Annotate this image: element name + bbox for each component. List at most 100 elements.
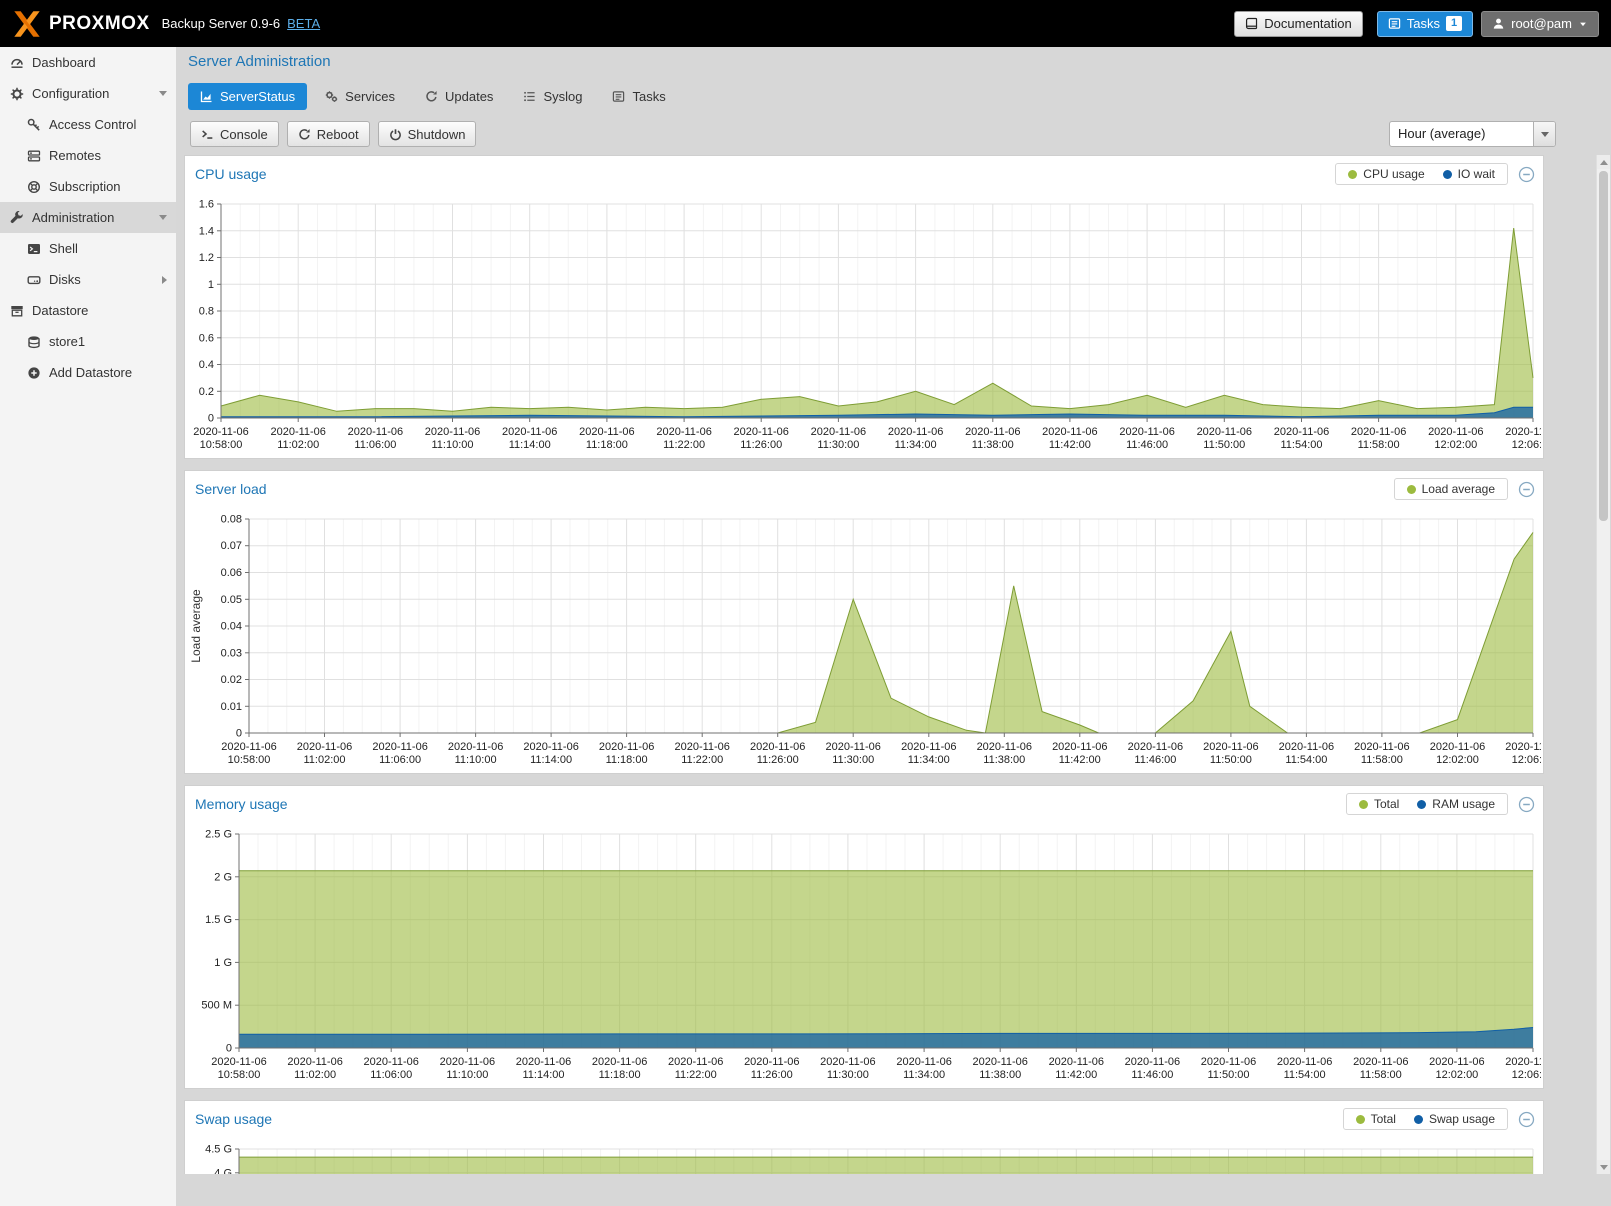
- legend-item-total[interactable]: Total: [1356, 1112, 1396, 1126]
- svg-text:2020-11-0611:02:00: 2020-11-0611:02:00: [270, 426, 325, 451]
- scroll-up-arrow-icon[interactable]: [1597, 155, 1610, 169]
- sidebar-item-label: Datastore: [32, 303, 88, 318]
- legend-item-load-average[interactable]: Load average: [1407, 482, 1495, 496]
- tasks-button[interactable]: Tasks 1: [1377, 11, 1473, 37]
- tab-syslog[interactable]: Syslog: [511, 83, 594, 110]
- svg-text:2020-11-0611:10:00: 2020-11-0611:10:00: [425, 426, 480, 451]
- legend-item-io-wait[interactable]: IO wait: [1443, 167, 1495, 181]
- sidebar-item-disks[interactable]: Disks: [0, 264, 176, 295]
- sidebar-item-store1[interactable]: store1: [0, 326, 176, 357]
- svg-text:2020-11-0611:30:00: 2020-11-0611:30:00: [811, 426, 866, 451]
- chart-title: Swap usage: [195, 1111, 272, 1127]
- svg-text:2020-11-0611:38:00: 2020-11-0611:38:00: [965, 426, 1020, 451]
- svg-text:0.04: 0.04: [221, 621, 242, 633]
- chevron-down-icon: [159, 91, 167, 96]
- tab-updates[interactable]: Updates: [413, 83, 505, 110]
- sidebar-item-remotes[interactable]: Remotes: [0, 140, 176, 171]
- console-button[interactable]: Console: [190, 121, 279, 147]
- svg-text:2020-11-0611:22:00: 2020-11-0611:22:00: [674, 741, 729, 766]
- legend-label: Load average: [1422, 482, 1495, 496]
- svg-text:2020-11-0611:58:00: 2020-11-0611:58:00: [1351, 426, 1406, 451]
- legend-label: Total: [1374, 797, 1399, 811]
- svg-text:1.6: 1.6: [199, 199, 214, 211]
- server-icon: [27, 149, 41, 163]
- tab-serverstatus[interactable]: ServerStatus: [188, 83, 307, 110]
- sidebar-item-shell[interactable]: Shell: [0, 233, 176, 264]
- chart-plot: 0500 M1 G1.5 G2 G2.5 G3 G3.5 G4 G4.5 G20…: [185, 1137, 1541, 1174]
- svg-text:500 M: 500 M: [201, 1000, 232, 1012]
- toolbar: Console Reboot Shutdown Hour (average): [190, 121, 1556, 147]
- page-title: Server Administration: [188, 53, 331, 70]
- tab-services[interactable]: Services: [313, 83, 407, 110]
- sidebar-item-administration[interactable]: Administration: [0, 202, 176, 233]
- svg-text:Load average: Load average: [189, 589, 203, 663]
- life-ring-icon: [27, 180, 41, 194]
- svg-text:2020-11-0611:46:00: 2020-11-0611:46:00: [1119, 426, 1174, 451]
- sidebar-item-dashboard[interactable]: Dashboard: [0, 47, 176, 78]
- svg-text:2020-11-0611:18:00: 2020-11-0611:18:00: [579, 426, 634, 451]
- collapse-chart-button[interactable]: [1518, 1111, 1535, 1128]
- chart-title: CPU usage: [195, 166, 267, 182]
- combo-dropdown-trigger[interactable]: [1533, 122, 1555, 146]
- beta-link[interactable]: BETA: [287, 16, 320, 31]
- svg-text:2020-11-0611:14:00: 2020-11-0611:14:00: [523, 741, 578, 766]
- legend-label: IO wait: [1458, 167, 1495, 181]
- svg-text:2020-11-0610:58:00: 2020-11-0610:58:00: [193, 426, 248, 451]
- legend-item-swap-usage[interactable]: Swap usage: [1414, 1112, 1495, 1126]
- tab-bar: ServerStatusServicesUpdatesSyslog Tasks: [188, 83, 678, 110]
- chart-plot: 00.010.020.030.040.050.060.070.082020-11…: [185, 507, 1541, 773]
- svg-text:2020-11-0611:02:00: 2020-11-0611:02:00: [287, 1056, 342, 1081]
- timeframe-select[interactable]: Hour (average): [1389, 121, 1556, 147]
- svg-text:2020-11-0611:30:00: 2020-11-0611:30:00: [820, 1056, 875, 1081]
- legend-item-ram-usage[interactable]: RAM usage: [1417, 797, 1495, 811]
- legend-label: Swap usage: [1429, 1112, 1495, 1126]
- svg-text:0.8: 0.8: [199, 306, 214, 318]
- main-panel: Server Administration ServerStatusServic…: [176, 47, 1611, 1206]
- svg-text:1 G: 1 G: [214, 957, 232, 969]
- legend-item-cpu-usage[interactable]: CPU usage: [1348, 167, 1424, 181]
- tab-label: Tasks: [632, 89, 665, 104]
- sidebar-item-add-datastore[interactable]: Add Datastore: [0, 357, 176, 388]
- sidebar-item-label: Administration: [32, 210, 114, 225]
- legend-label: RAM usage: [1432, 797, 1495, 811]
- legend-item-total[interactable]: Total: [1359, 797, 1399, 811]
- list-icon: [523, 90, 536, 103]
- key-icon: [27, 118, 41, 132]
- svg-text:2020-11-0611:54:00: 2020-11-0611:54:00: [1277, 1056, 1332, 1081]
- svg-text:2020-11-0611:34:00: 2020-11-0611:34:00: [888, 426, 943, 451]
- collapse-chart-button[interactable]: [1518, 166, 1535, 183]
- svg-text:0.2: 0.2: [199, 386, 214, 398]
- chart-title: Memory usage: [195, 796, 288, 812]
- tab-tasks[interactable]: Tasks: [600, 83, 677, 110]
- legend-label: CPU usage: [1363, 167, 1424, 181]
- svg-text:2020-11-0612:06:00: 2020-11-0612:06:00: [1505, 741, 1541, 766]
- collapse-chart-button[interactable]: [1518, 796, 1535, 813]
- svg-text:2020-11-0612:06:00: 2020-11-0612:06:00: [1505, 426, 1541, 451]
- vertical-scrollbar[interactable]: [1596, 155, 1610, 1174]
- svg-text:2020-11-0611:14:00: 2020-11-0611:14:00: [502, 426, 557, 451]
- svg-text:2020-11-0612:02:00: 2020-11-0612:02:00: [1429, 1056, 1484, 1081]
- proxmox-logo-icon: [12, 9, 42, 39]
- scroll-down-arrow-icon[interactable]: [1597, 1160, 1610, 1174]
- reboot-icon: [298, 128, 311, 141]
- svg-text:2020-11-0611:38:00: 2020-11-0611:38:00: [972, 1056, 1027, 1081]
- shutdown-button[interactable]: Shutdown: [378, 121, 477, 147]
- reboot-button[interactable]: Reboot: [287, 121, 370, 147]
- sidebar-item-subscription[interactable]: Subscription: [0, 171, 176, 202]
- sidebar-item-access-control[interactable]: Access Control: [0, 109, 176, 140]
- sidebar-item-datastore[interactable]: Datastore: [0, 295, 176, 326]
- scrollbar-thumb[interactable]: [1599, 171, 1608, 521]
- reboot-label: Reboot: [317, 127, 359, 142]
- svg-text:2020-11-0611:26:00: 2020-11-0611:26:00: [744, 1056, 799, 1081]
- svg-text:2020-11-0611:38:00: 2020-11-0611:38:00: [977, 741, 1032, 766]
- user-menu-button[interactable]: root@pam: [1481, 11, 1599, 37]
- svg-text:0: 0: [236, 728, 242, 740]
- sidebar-item-configuration[interactable]: Configuration: [0, 78, 176, 109]
- collapse-chart-button[interactable]: [1518, 481, 1535, 498]
- legend-dot-icon: [1443, 170, 1452, 179]
- chart-plot: 00.20.40.60.811.21.41.62020-11-0610:58:0…: [185, 192, 1541, 458]
- documentation-button[interactable]: Documentation: [1234, 11, 1362, 37]
- chart-panel-memory-usage: Memory usageTotalRAM usage0500 M1 G1.5 G…: [184, 785, 1544, 1089]
- caret-down-icon: [1578, 19, 1588, 29]
- sidebar: DashboardConfigurationAccess ControlRemo…: [0, 47, 176, 1206]
